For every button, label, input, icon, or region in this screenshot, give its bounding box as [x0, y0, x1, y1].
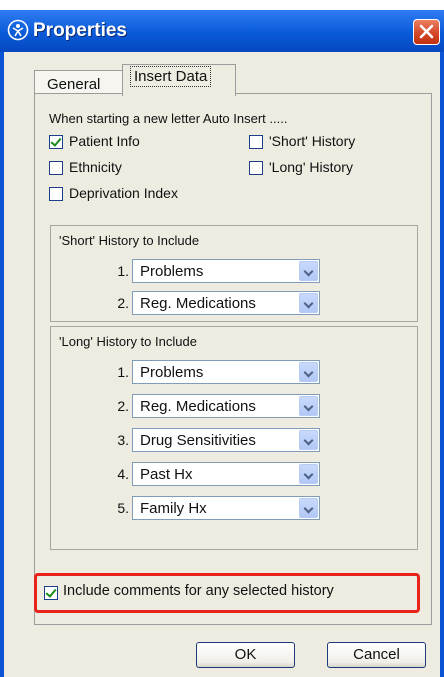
long-item-2-number: 2.	[117, 398, 129, 414]
app-icon	[7, 19, 29, 41]
close-button[interactable]	[413, 19, 440, 45]
cancel-button[interactable]: Cancel	[327, 642, 426, 668]
short-history-checkbox[interactable]	[249, 135, 263, 149]
long-item-2-select[interactable]: Reg. Medications	[132, 394, 320, 418]
short-history-group: 'Short' History to Include 1. Problems 2…	[50, 225, 418, 322]
chevron-down-icon[interactable]	[299, 498, 318, 518]
chevron-down-icon[interactable]	[299, 261, 318, 281]
ethnicity-checkbox[interactable]	[49, 161, 63, 175]
short-item-1-select[interactable]: Problems	[132, 259, 320, 283]
properties-dialog: Properties General Insert Data When star…	[0, 10, 444, 677]
ok-button[interactable]: OK	[196, 642, 295, 668]
short-history-title: 'Short' History to Include	[59, 233, 200, 248]
short-item-2-value: Reg. Medications	[140, 295, 256, 312]
long-item-5-value: Family Hx	[140, 500, 207, 517]
chevron-down-icon[interactable]	[299, 430, 318, 450]
long-item-4-value: Past Hx	[140, 466, 193, 483]
include-comments-label: Include comments for any selected histor…	[63, 583, 334, 599]
close-icon	[419, 24, 434, 39]
long-item-3-select[interactable]: Drug Sensitivities	[132, 428, 320, 452]
long-item-5-number: 5.	[117, 500, 129, 516]
long-item-3-value: Drug Sensitivities	[140, 432, 256, 449]
long-history-label: 'Long' History	[269, 159, 353, 175]
deprivation-index-label: Deprivation Index	[69, 185, 178, 201]
insert-data-panel: When starting a new letter Auto Insert .…	[34, 93, 432, 625]
auto-insert-heading: When starting a new letter Auto Insert .…	[49, 111, 288, 126]
chevron-down-icon[interactable]	[299, 362, 318, 382]
tab-general-label: General	[47, 76, 101, 93]
tab-insert-data[interactable]: Insert Data	[122, 64, 236, 96]
chevron-down-icon[interactable]	[299, 396, 318, 416]
long-history-checkbox[interactable]	[249, 161, 263, 175]
long-history-group: 'Long' History to Include 1. Problems 2.…	[50, 326, 418, 550]
short-item-1-number: 1.	[117, 263, 129, 279]
long-item-5-select[interactable]: Family Hx	[132, 496, 320, 520]
long-item-4-number: 4.	[117, 466, 129, 482]
window-title: Properties	[33, 20, 127, 41]
short-item-2-select[interactable]: Reg. Medications	[132, 291, 320, 315]
long-history-title: 'Long' History to Include	[59, 334, 197, 349]
long-item-4-select[interactable]: Past Hx	[132, 462, 320, 486]
include-comments-checkbox[interactable]	[44, 586, 58, 600]
patient-info-checkbox[interactable]	[49, 135, 63, 149]
deprivation-index-checkbox[interactable]	[49, 187, 63, 201]
title-bar[interactable]: Properties	[0, 10, 444, 52]
long-item-1-number: 1.	[117, 364, 129, 380]
short-history-label: 'Short' History	[269, 133, 356, 149]
patient-info-label: Patient Info	[69, 133, 140, 149]
short-item-2-number: 2.	[117, 295, 129, 311]
long-item-3-number: 3.	[117, 432, 129, 448]
tab-insert-data-label: Insert Data	[130, 66, 212, 87]
long-item-2-value: Reg. Medications	[140, 398, 256, 415]
dialog-body: General Insert Data When starting a new …	[4, 52, 440, 677]
long-item-1-select[interactable]: Problems	[132, 360, 320, 384]
ethnicity-label: Ethnicity	[69, 159, 122, 175]
long-item-1-value: Problems	[140, 364, 204, 381]
chevron-down-icon[interactable]	[299, 464, 318, 484]
short-item-1-value: Problems	[140, 263, 204, 280]
chevron-down-icon[interactable]	[299, 293, 318, 313]
